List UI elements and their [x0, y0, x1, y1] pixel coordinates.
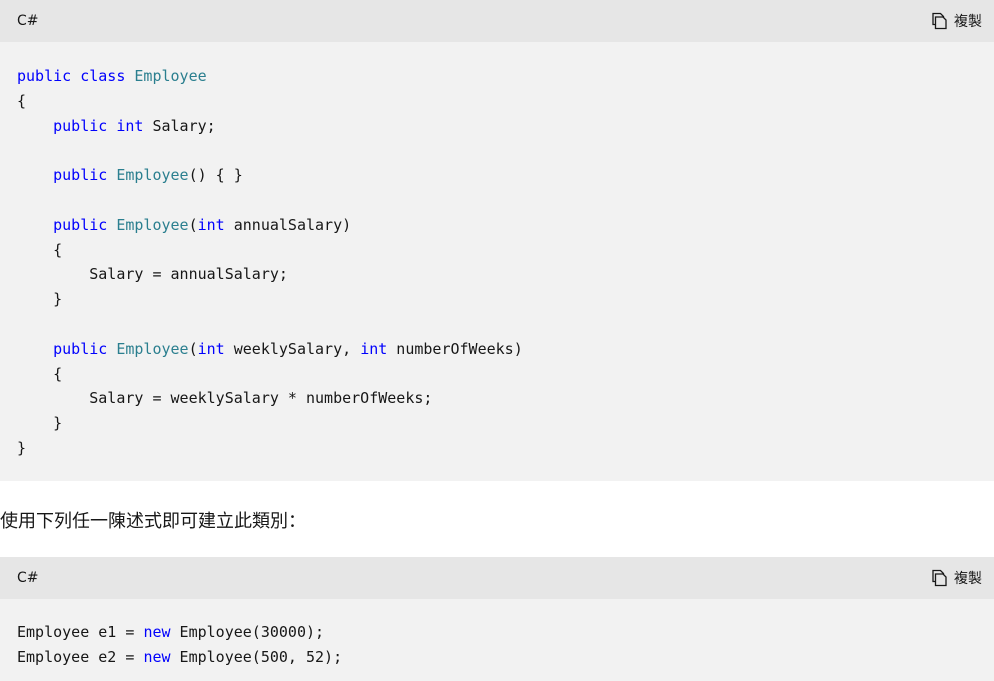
code-type: Employee: [134, 67, 207, 85]
code-text: numberOfWeeks): [387, 339, 523, 358]
code-keyword: int: [360, 339, 388, 358]
code-keyword: public: [53, 339, 108, 358]
code-type: Employee: [116, 215, 189, 234]
code-type: Employee: [116, 166, 189, 185]
copy-icon: [932, 12, 947, 30]
code-text: Employee e2 =: [17, 647, 144, 666]
code-header: C# 複製: [0, 557, 994, 599]
page: C# 複製 public class Employee { public int…: [0, 0, 994, 681]
language-label: C#: [17, 13, 39, 29]
code-text: }: [17, 290, 63, 309]
code-keyword: public: [17, 67, 72, 85]
code-text: annualSalary): [224, 215, 352, 234]
copy-label: 複製: [954, 571, 982, 587]
code-body: Employee e1 = new Employee(30000); Emplo…: [17, 620, 342, 670]
code-text: () { }: [188, 166, 243, 185]
paragraph: 使用下列任一陳述式即可建立此類別：: [0, 511, 306, 532]
copy-button[interactable]: 複製: [930, 10, 982, 32]
code-text: (: [188, 339, 198, 358]
code-block: C# 複製 public class Employee { public int…: [0, 0, 994, 481]
code-keyword: public: [53, 166, 108, 185]
code-text: Salary = annualSalary;: [17, 265, 288, 284]
copy-button[interactable]: 複製: [930, 567, 982, 589]
code-keyword: int: [116, 116, 144, 135]
copy-label: 複製: [954, 14, 982, 30]
code-keyword: class: [80, 67, 126, 85]
code-body: public class Employee { public int Salar…: [17, 64, 523, 461]
code-text: {: [17, 364, 63, 383]
code-text: }: [17, 438, 27, 457]
code-text: {: [17, 91, 27, 110]
language-label: C#: [17, 570, 39, 586]
code-text: Employee(30000);: [170, 623, 325, 641]
code-text: Employee(500, 52);: [170, 647, 343, 666]
code-text: weeklySalary,: [224, 339, 361, 358]
code-keyword: int: [197, 339, 225, 358]
code-text: }: [17, 414, 63, 433]
code-text: Employee e1 =: [17, 623, 144, 641]
code-keyword: int: [197, 215, 225, 234]
code-block: C# 複製 Employee e1 = new Employee(30000);…: [0, 557, 994, 681]
code-keyword: public: [53, 215, 108, 234]
code-header: C# 複製: [0, 0, 994, 42]
code-keyword: new: [143, 647, 171, 666]
code-keyword: public: [53, 116, 108, 135]
code-text: Salary;: [143, 116, 216, 135]
code-type: Employee: [116, 339, 189, 358]
copy-icon: [932, 569, 947, 587]
code-keyword: new: [143, 623, 171, 641]
code-text: (: [188, 215, 198, 234]
code-text: Salary = weeklySalary * numberOfWeeks;: [17, 389, 433, 408]
code-text: {: [17, 240, 63, 259]
